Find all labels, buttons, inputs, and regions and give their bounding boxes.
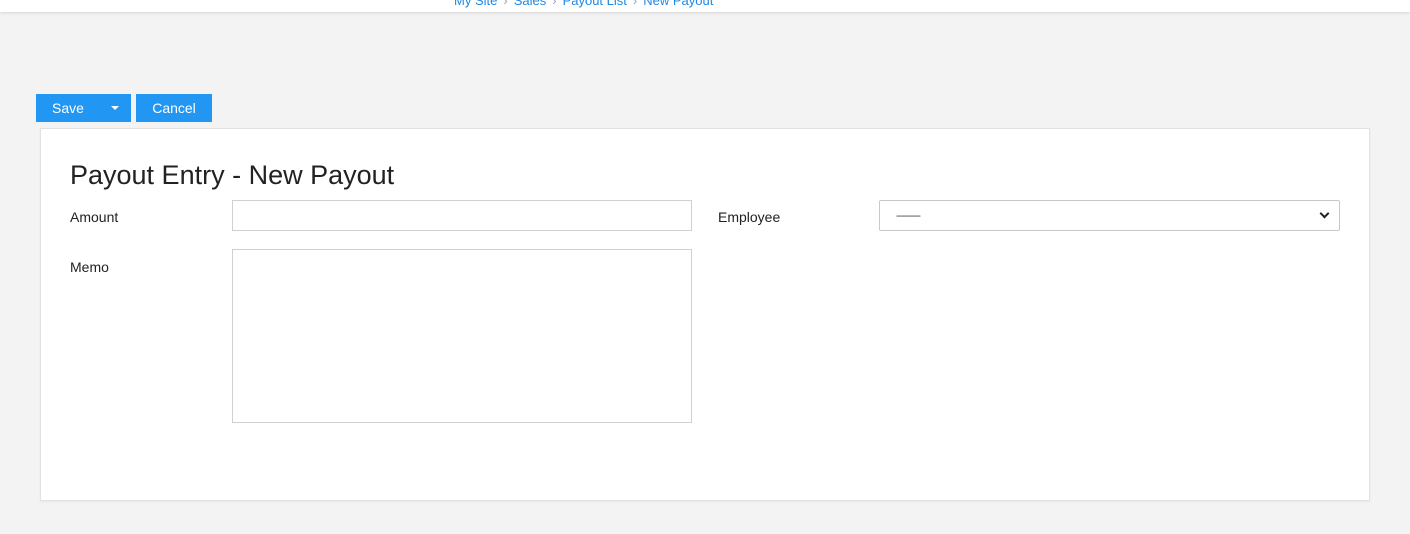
employee-select[interactable]: ---------: [879, 200, 1340, 231]
breadcrumb-separator: ›: [632, 0, 638, 8]
payout-entry-card: Payout Entry - New Payout Amount Memo Em…: [40, 128, 1370, 501]
caret-down-icon: [110, 106, 119, 110]
top-header-bar: My Site › Sales › Payout List › New Payout: [0, 0, 1410, 12]
save-button-group: Save: [36, 94, 131, 122]
memo-label: Memo: [70, 259, 109, 275]
breadcrumb-separator: ›: [503, 0, 508, 8]
employee-label: Employee: [718, 209, 781, 225]
memo-textarea[interactable]: [232, 249, 692, 423]
breadcrumb-separator: ›: [552, 0, 557, 8]
breadcrumb-payout-list[interactable]: Payout List: [563, 0, 627, 8]
employee-select-value: ---------: [896, 209, 921, 222]
save-options-dropdown-button[interactable]: [98, 94, 131, 122]
breadcrumb-sales[interactable]: Sales: [514, 0, 547, 8]
save-button[interactable]: Save: [36, 94, 98, 122]
breadcrumb-new-payout[interactable]: New Payout: [643, 0, 713, 8]
amount-input[interactable]: [232, 200, 692, 231]
chevron-down-icon: [1319, 208, 1330, 219]
page-title: Payout Entry - New Payout: [70, 160, 395, 190]
cancel-button[interactable]: Cancel: [136, 94, 212, 122]
breadcrumb: My Site › Sales › Payout List › New Payout: [454, 0, 713, 9]
breadcrumb-my-site[interactable]: My Site: [454, 0, 497, 8]
toolbar: Save Cancel: [36, 94, 212, 122]
amount-label: Amount: [70, 209, 119, 225]
